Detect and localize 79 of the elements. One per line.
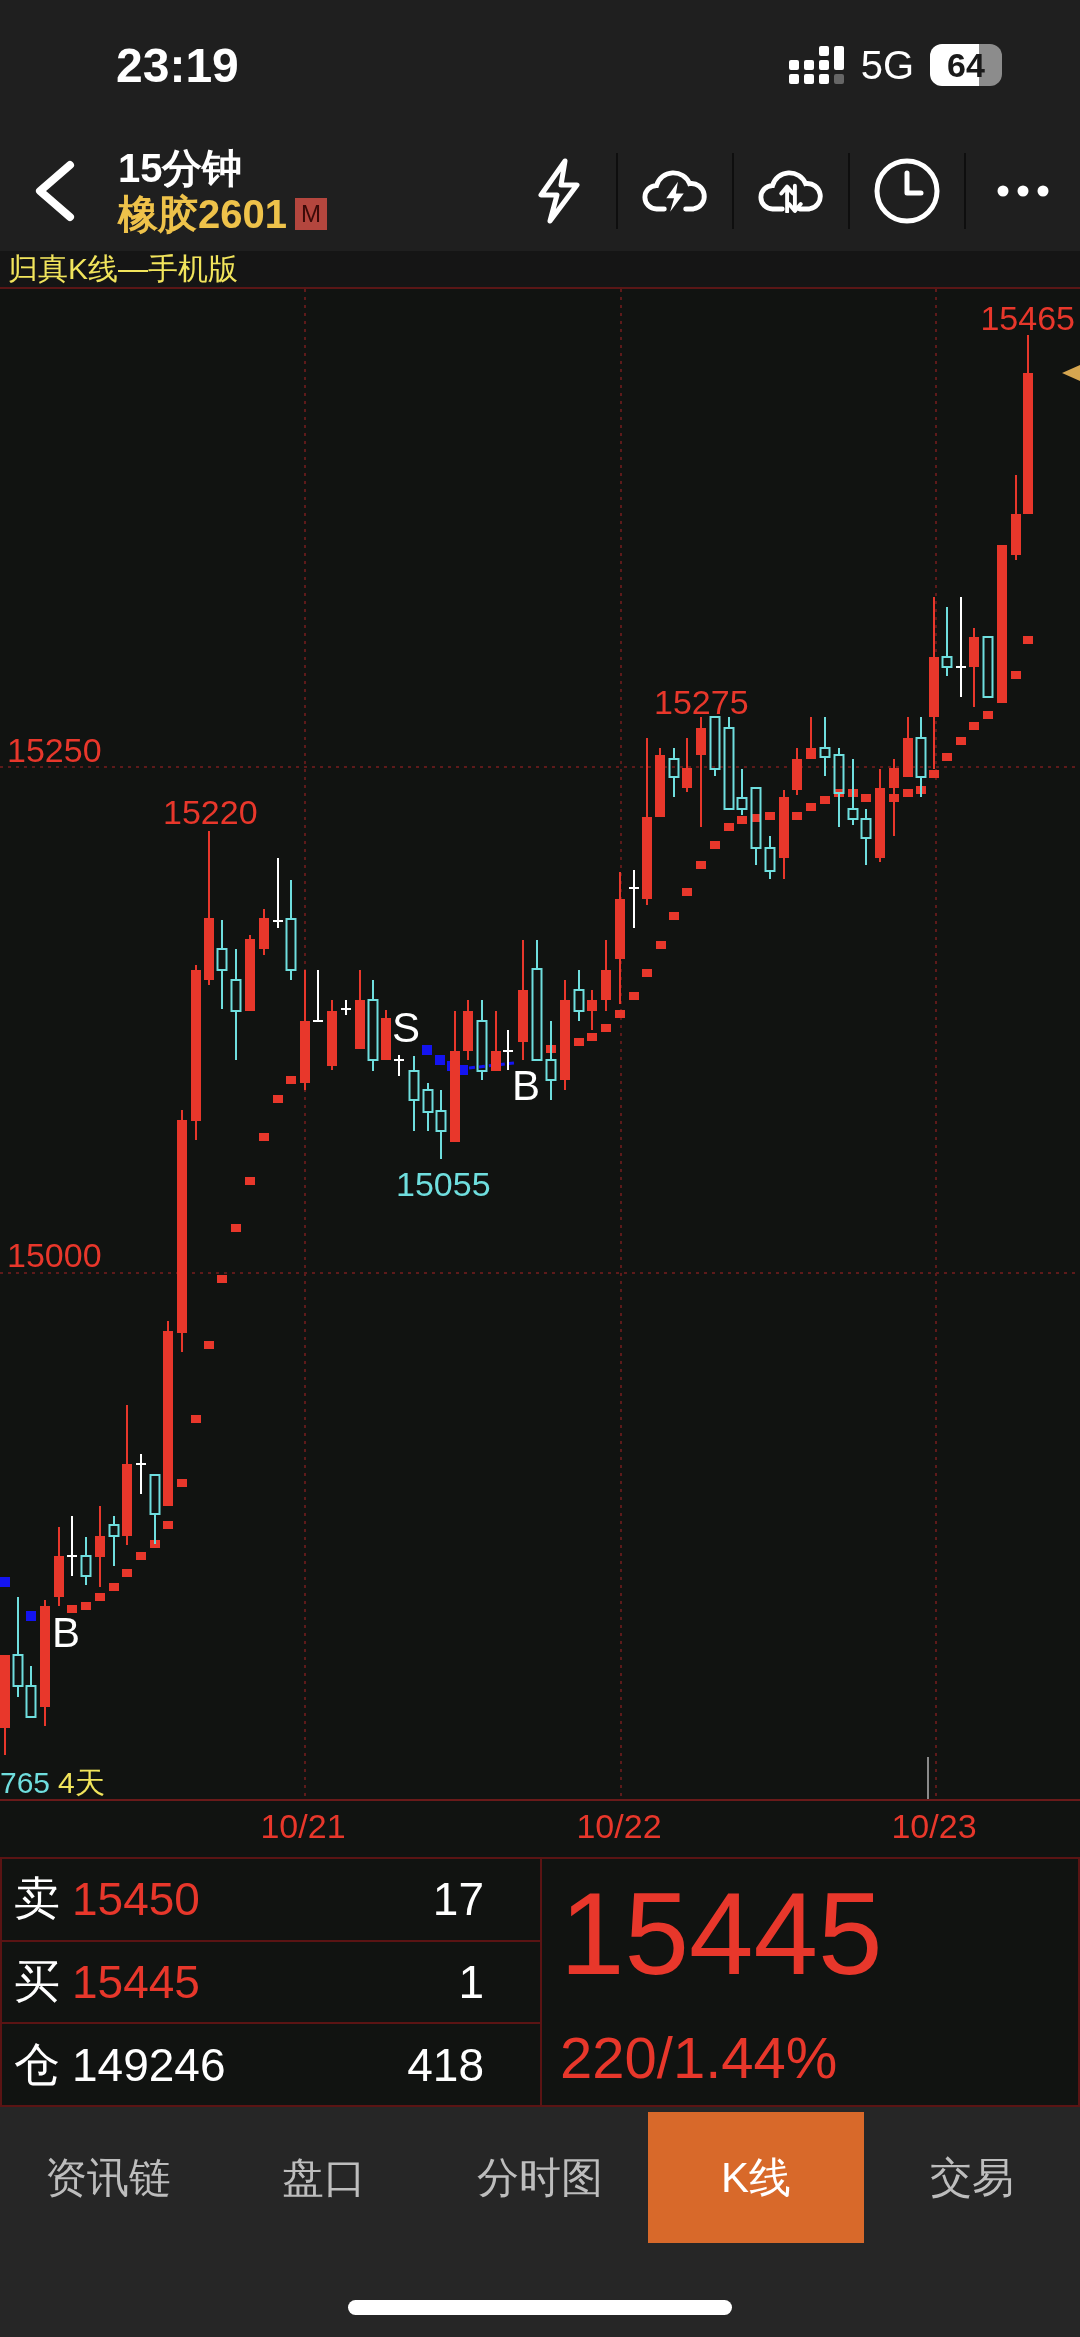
signal-letter: S [392, 1004, 420, 1051]
falling-candle [764, 835, 776, 880]
price-axis-label: 15000 [7, 1236, 102, 1274]
falling-candle [819, 716, 831, 777]
rising-candle [327, 999, 337, 1071]
falling-candle [80, 1536, 92, 1586]
quote-row-label: 仓 [14, 2036, 60, 2092]
doji-candle [502, 1029, 514, 1071]
lightning-icon[interactable] [535, 157, 583, 224]
rising-candle [587, 989, 597, 1031]
rising-candle [806, 716, 816, 759]
rising-candle [491, 1010, 501, 1071]
quote-price: 15445 [72, 1955, 200, 2009]
date-axis-label: 10/22 [576, 1807, 662, 1845]
corner-label: 4天 [58, 1766, 105, 1799]
rising-candle [903, 716, 913, 777]
price-axis-label: 15250 [7, 731, 102, 769]
last-price: 15445 [560, 1869, 884, 1999]
doji-candle [272, 857, 284, 929]
time-marker [927, 1756, 929, 1800]
falling-candle [573, 969, 585, 1022]
quote-volume: 418 [407, 2037, 484, 2092]
cloud-lightning-icon[interactable] [641, 168, 709, 213]
quote-volume: 1 [458, 1955, 484, 2009]
bottom-tab[interactable]: 交易 [864, 2112, 1080, 2243]
bottom-tab[interactable]: 分时图 [432, 2112, 648, 2243]
falling-candle [149, 1474, 161, 1545]
market-badge: M [295, 197, 327, 230]
quote-price: 15450 [72, 1872, 200, 1927]
date-axis-label: 10/23 [891, 1807, 977, 1845]
doji-candle [628, 869, 640, 929]
falling-candle [860, 808, 872, 866]
rising-candle [259, 908, 269, 956]
doji-candle [340, 999, 352, 1016]
falling-candle [422, 1082, 434, 1132]
network-label: 5G [860, 42, 914, 88]
period-label: 15分钟 [118, 144, 244, 191]
quote-row-label: 买 [14, 1954, 60, 2009]
contract-name: 橡胶2601 [118, 190, 287, 237]
price-pointer-icon [1062, 365, 1080, 381]
price-change: 220/1.44% [560, 2025, 839, 2091]
clock-icon[interactable] [874, 157, 940, 224]
extreme-price-label: 15055 [396, 1165, 491, 1203]
bottom-tab[interactable]: K线 [648, 2112, 864, 2243]
falling-candle [709, 716, 721, 777]
doji-candle [393, 1054, 405, 1077]
extreme-price-label: 15220 [163, 793, 258, 831]
sar-dash-line [468, 1061, 515, 1070]
doji-candle [66, 1515, 78, 1577]
status-time: 23:19 [116, 37, 239, 93]
rising-candle [381, 1009, 391, 1060]
bottom-tab[interactable]: 盘口 [216, 2112, 432, 2243]
signal-letter: B [512, 1062, 540, 1109]
bottom-tab[interactable]: 资讯链 [0, 2112, 216, 2243]
rising-candle [655, 747, 665, 817]
rising-candle [682, 737, 692, 793]
falling-candle [982, 636, 994, 698]
falling-candle [435, 1089, 447, 1160]
quote-row-label: 卖 [14, 1871, 60, 1927]
quote-price: 149246 [72, 2037, 226, 2092]
rising-candle [792, 747, 802, 796]
falling-candle [108, 1515, 120, 1567]
cloud-sync-icon[interactable] [757, 168, 825, 213]
corner-label: 765 [0, 1766, 51, 1799]
signal-icon [788, 46, 845, 84]
extreme-price-label: 15465 [980, 299, 1075, 337]
quote-volume: 17 [432, 1872, 484, 1927]
signal-letter: B [52, 1609, 80, 1656]
extreme-price-label: 15275 [654, 683, 749, 721]
rising-candle [463, 999, 473, 1061]
battery-indicator: 64 [930, 44, 1002, 86]
falling-candle [941, 606, 953, 677]
falling-candle [847, 758, 859, 826]
falling-candle [668, 747, 680, 798]
indicator-title: 归真K线—手机版 [8, 251, 238, 287]
doji-candle [135, 1453, 147, 1495]
more-icon[interactable] [997, 184, 1049, 197]
date-axis-label: 10/21 [260, 1807, 346, 1845]
doji-candle [312, 969, 324, 1022]
